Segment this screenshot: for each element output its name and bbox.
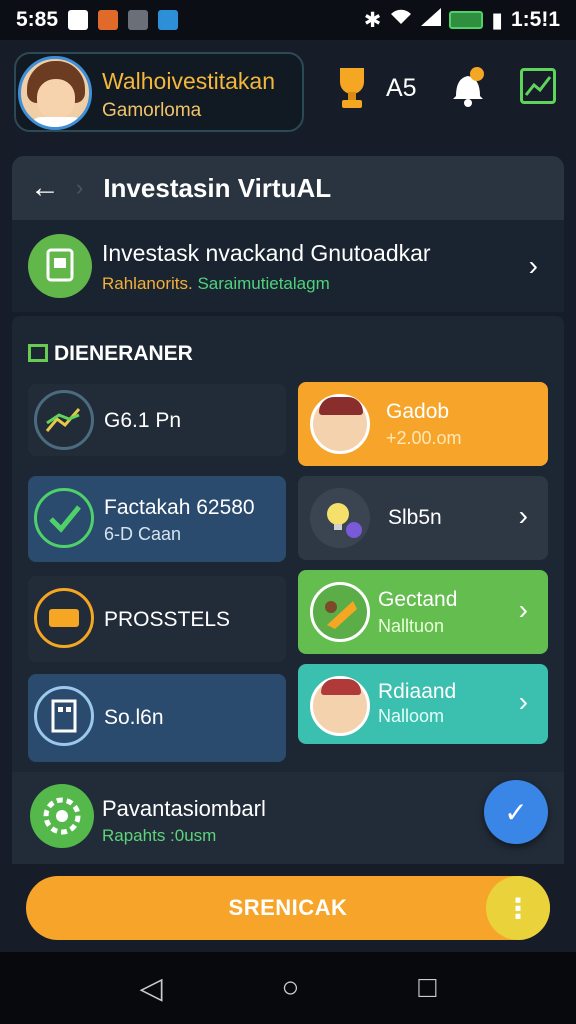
battery-icon [449,11,484,29]
wifi-icon [389,8,413,32]
rocket-icon [310,582,370,642]
bottom-title: Pavantasiombarl [102,796,266,821]
card-slb5n[interactable]: Slb5n › [298,476,548,560]
status-time: 5:85 [16,8,59,31]
gallery-icon [128,10,149,30]
clipboard-icon [28,234,92,298]
lightbulb-icon [310,488,370,548]
nav-back-icon[interactable]: ◁ [139,971,162,1006]
section-icon [28,344,48,362]
chevron-right-icon: › [76,175,84,200]
nav-recents-icon[interactable]: □ [418,971,436,1005]
profile-card[interactable]: Walhoivestitakan Gamorloma [14,52,304,132]
user-avatar-icon [310,394,370,454]
gear-icon [30,784,94,848]
person-icon [310,676,370,736]
notification-icon [68,10,89,30]
info-title: Investask nvackand Gnutoadkar [102,240,431,266]
chart-icon[interactable] [520,68,556,104]
card-rdiaand[interactable]: Rdiaand Nalloom › [298,664,548,744]
back-arrow-icon[interactable]: ← [30,171,60,205]
app-icon [98,10,119,30]
avatar[interactable] [18,56,92,130]
trophy-icon[interactable] [332,66,372,110]
main-action-button[interactable]: SRENICAK ⋮ [26,876,550,940]
info-row[interactable]: Investask nvackand Gnutoadkar Rahlanorit… [12,220,564,312]
trend-chart-icon [34,390,94,450]
card-gadob[interactable]: Gadob +2.00.om [298,382,548,466]
sync-icon [158,10,179,30]
score-value: A5 [386,74,417,102]
credit-card-icon [34,588,94,648]
status-bar: 5:85 ✱ ▮ 1:5!1 [0,0,576,40]
card-g61[interactable]: G6.1 Pn [28,384,286,456]
check-fab-button[interactable]: ✓ [484,780,548,844]
chevron-right-icon[interactable]: › [519,686,528,718]
card-gectand[interactable]: Gectand Nalltuon › [298,570,548,654]
building-icon [34,686,94,746]
username: Walhoivestitakan [102,68,276,94]
sd-icon: ▮ [491,8,503,32]
clock: 1:5!1 [510,8,560,31]
section-label: DIENERANER [28,342,193,366]
chevron-right-icon[interactable]: › [529,250,538,282]
chevron-right-icon[interactable]: › [519,594,528,626]
user-subtitle: Gamorloma [102,100,202,121]
bluetooth-icon: ✱ [363,8,382,32]
app-header: Walhoivestitakan Gamorloma A5 [0,40,576,140]
bottom-subtitle: Rapahts :0usm [102,826,217,845]
card-factakah[interactable]: Factakah 62580 6-D Caan [28,476,286,562]
card-prosstels[interactable]: PROSSTELS [28,576,286,662]
check-icon: ✓ [504,796,528,828]
bottom-row[interactable]: Pavantasiombarl Rapahts :0usm [12,772,564,864]
card-sol6n[interactable]: So.l6n [28,674,286,762]
page-title: Investasin VirtuAL [103,172,332,203]
system-nav-bar: ◁ ○ □ [0,952,576,1024]
nav-home-icon[interactable]: ○ [281,971,299,1005]
checkmark-icon [34,488,94,548]
signal-icon [421,8,442,32]
main-action-label: SRENICAK [228,895,348,920]
title-bar: ← › Investasin VirtuAL [12,156,564,220]
info-dot-icon[interactable]: ⋮ [486,876,550,940]
bell-icon[interactable] [450,66,486,108]
chevron-right-icon[interactable]: › [519,500,528,532]
info-subtitle: Rahlanorits. Saraimutietalagm [102,274,330,293]
